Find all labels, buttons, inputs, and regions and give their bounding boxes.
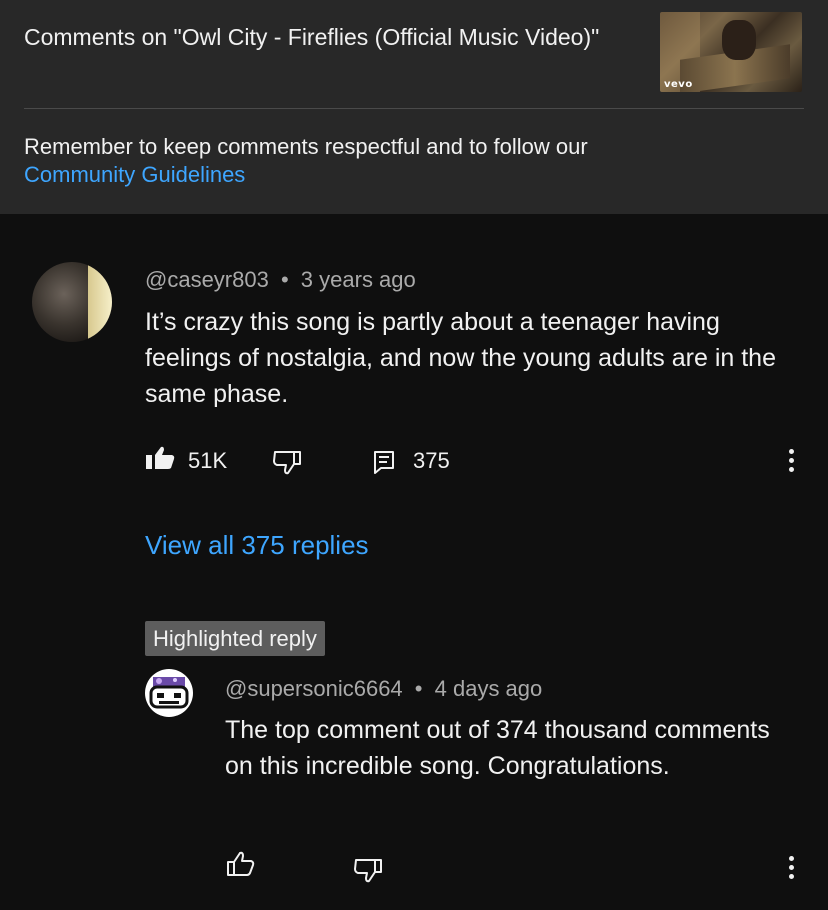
avatar[interactable] [32, 262, 112, 342]
more-vertical-icon[interactable] [789, 856, 795, 883]
reply-count: 375 [413, 448, 450, 473]
comment-text: It’s crazy this song is partly about a t… [145, 308, 776, 408]
community-guidelines-link[interactable]: Community Guidelines [24, 161, 804, 189]
reply-author[interactable]: @supersonic6664 [225, 676, 403, 701]
meta-separator: • [414, 676, 423, 701]
like-count: 51K [188, 448, 228, 473]
view-replies-link[interactable]: View all 375 replies [145, 530, 369, 561]
meta-separator: • [280, 267, 289, 292]
comments-title: Comments on "Owl City - Fireflies (Offic… [24, 24, 600, 50]
header-divider [24, 108, 804, 109]
comment-time: 3 years ago [300, 267, 416, 292]
thumbs-up-icon[interactable] [226, 851, 256, 877]
video-thumbnail[interactable]: vevo [660, 12, 802, 92]
comments-header: Comments on "Owl City - Fireflies (Offic… [0, 0, 828, 214]
comment-meta: @caseyr803 • 3 years ago [145, 267, 416, 293]
more-vertical-icon[interactable] [789, 449, 795, 476]
notice-text: Remember to keep comments respectful and… [24, 134, 588, 159]
reply-time: 4 days ago [434, 676, 543, 701]
highlighted-reply-badge: Highlighted reply [145, 621, 325, 656]
thumbs-down-icon[interactable] [353, 857, 383, 883]
reply-icon[interactable] [373, 450, 395, 474]
robot-avatar-icon [149, 677, 189, 709]
thumbs-down-icon[interactable] [272, 449, 302, 475]
comment-author[interactable]: @caseyr803 [145, 267, 269, 292]
reply-meta: @supersonic6664 • 4 days ago [225, 676, 542, 702]
thumbs-up-filled-icon[interactable] [145, 446, 175, 470]
reply-text: The top comment out of 374 thousand comm… [225, 716, 770, 780]
vevo-logo: vevo [664, 79, 693, 90]
avatar[interactable] [145, 669, 193, 717]
guidelines-notice: Remember to keep comments respectful and… [24, 133, 804, 189]
